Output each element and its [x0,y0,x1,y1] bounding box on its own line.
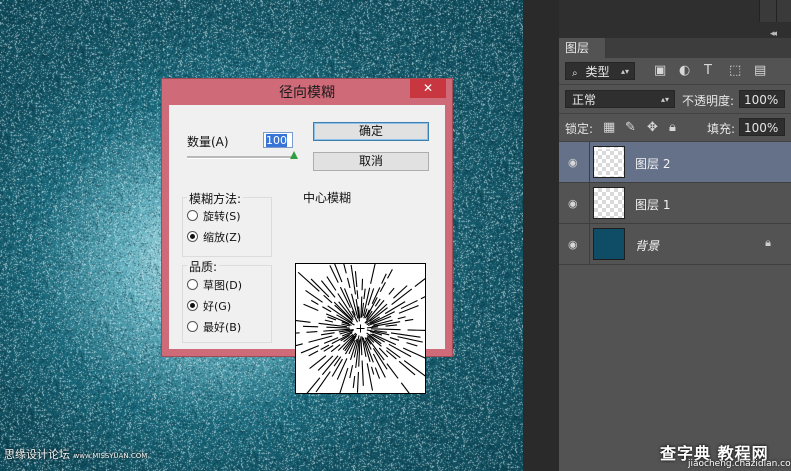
filter-label: 类型 [585,65,610,79]
radio-spin-label: 旋转(S) [203,210,241,223]
radio-best-label: 最好(B) [203,321,242,334]
blend-mode-select[interactable]: 正常 ▴▾ [565,90,675,108]
dock-button[interactable] [759,0,776,22]
radio-draft[interactable] [187,279,198,290]
layer-thumbnail [593,146,625,178]
zoom-ray [407,329,426,332]
shape-filter-icon[interactable]: ⬚ [729,62,741,80]
quality-group: 品质: 草图(D) 好(G) 最好(B) [182,258,272,343]
radio-spin[interactable] [187,210,198,221]
layer-name: 图层 1 [635,198,671,212]
layer-row-1[interactable]: ◉ 图层 1 [559,183,791,224]
eye-icon: ◉ [568,238,578,251]
layer-thumbnail [593,187,625,219]
ok-label: 确定 [358,124,383,138]
blur-method-group: 模糊方法: 旋转(S) 缩放(Z) [182,190,272,257]
zoom-ray [306,330,318,333]
tab-bar [606,38,791,58]
amount-slider[interactable] [187,156,295,159]
layer-name: 背景 [635,239,660,253]
lock-position-icon[interactable]: ✥ [647,119,658,137]
workspace-gutter [523,0,559,471]
radial-blur-dialog: 径向模糊 ✕ 数量(A) 100 确定 取消 模糊方法: 旋转(S) 缩放(Z)… [161,78,453,394]
lock-paint-icon[interactable]: ✎ [625,119,636,137]
close-icon: ✕ [422,81,434,95]
opacity-value: 100% [744,93,779,107]
lock-all-icon[interactable]: 🔒︎ [669,119,676,137]
layer-name: 图层 2 [635,157,671,171]
layer-row-background[interactable]: ◉ 背景 🔒︎ [559,224,791,265]
watermark-left-url: www.MISSYUAN.COM [73,452,148,460]
lock-label: 锁定: [565,122,594,136]
adjustment-filter-icon[interactable]: ◐ [679,62,690,80]
dock-button[interactable] [776,0,791,22]
amount-label: 数量(A) [187,135,229,149]
zoom-ray [356,290,359,300]
radio-draft-label: 草图(D) [203,279,243,292]
layer-filter-select[interactable]: ⌕ 类型 ▴▾ [565,62,635,80]
blur-method-legend: 模糊方法: [187,190,244,207]
watermark-right: 查字典 教程网 jiaocheng.chazidian.com [660,440,791,469]
panel-dock-strip: ◂◂ [559,0,791,39]
cancel-button[interactable]: 取消 [313,152,429,171]
eye-icon: ◉ [568,156,578,169]
image-filter-icon[interactable]: ▣ [654,62,666,80]
fill-input[interactable]: 100% [739,118,785,136]
divider [559,113,791,114]
layer-row-2[interactable]: ◉ 图层 2 [559,142,791,183]
visibility-toggle[interactable]: ◉ [559,183,590,223]
amount-value: 100 [266,134,287,147]
type-filter-icon[interactable]: T [704,62,712,80]
chevron-updown-icon: ▴▾ [620,67,629,76]
blend-mode-value: 正常 [572,93,597,107]
opacity-input[interactable]: 100% [739,90,785,108]
quality-legend: 品质: [187,258,220,275]
radio-good[interactable] [187,300,198,311]
blur-center-preview[interactable] [295,263,426,394]
radio-zoom[interactable] [187,231,198,242]
layers-panel: 图层 ⌕ 类型 ▴▾ ▣ ◐ T ⬚ ▤ 正常 ▴▾ 不透明度: 100% 锁定… [559,38,791,471]
layer-thumbnail [593,228,625,260]
watermark-right-url: jiaocheng.chazidian.com [688,459,791,469]
radio-best[interactable] [187,321,198,332]
visibility-toggle[interactable]: ◉ [559,224,590,264]
fill-label: 填充: [707,122,736,136]
smart-object-filter-icon[interactable]: ▤ [754,62,766,80]
tab-layers[interactable]: 图层 [559,38,606,58]
watermark-left: 思缘设计论坛 www.MISSYUAN.COM [4,446,147,462]
amount-input[interactable]: 100 [263,132,293,148]
cancel-label: 取消 [358,154,383,168]
ok-button[interactable]: 确定 [313,122,429,141]
visibility-toggle[interactable]: ◉ [559,142,590,182]
divider [559,84,791,85]
amount-slider-thumb[interactable] [290,151,298,159]
fill-value: 100% [744,121,779,135]
radio-good-label: 好(G) [203,300,232,313]
chevron-updown-icon: ▴▾ [660,95,669,104]
radio-zoom-label: 缩放(Z) [203,231,242,244]
zoom-ray [302,325,319,328]
watermark-left-text: 思缘设计论坛 [4,448,70,461]
center-label: 中心模糊 [303,191,352,205]
lock-transparency-icon[interactable]: ▦ [603,119,615,137]
opacity-label: 不透明度: [682,94,735,108]
close-button[interactable]: ✕ [410,79,446,98]
lock-icon: 🔒︎ [765,236,771,249]
dialog-title: 径向模糊 [279,85,335,101]
search-icon: ⌕ [572,68,578,79]
eye-icon: ◉ [568,197,578,210]
